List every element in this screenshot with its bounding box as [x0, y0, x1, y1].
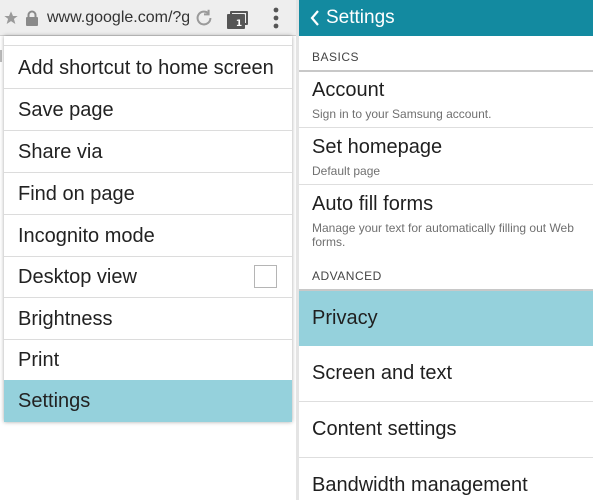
menu-item-label: Settings: [18, 390, 91, 412]
settings-item-content-settings[interactable]: Content settings: [299, 402, 593, 458]
star-icon[interactable]: [0, 0, 22, 36]
settings-item-title: Content settings: [312, 418, 457, 440]
desktop-view-checkbox[interactable]: [254, 265, 277, 288]
settings-item-title: Privacy: [312, 307, 378, 329]
settings-item-set-homepage[interactable]: Set homepage Default page: [299, 128, 593, 185]
settings-item-auto-fill-forms[interactable]: Auto fill forms Manage your text for aut…: [299, 185, 593, 261]
address-bar: www.google.com/?g 1: [0, 0, 296, 36]
settings-item-title: Account: [312, 79, 385, 101]
settings-header: Settings: [299, 0, 593, 36]
menu-item-add-shortcut[interactable]: Add shortcut to home screen: [4, 47, 292, 89]
page-title[interactable]: Settings: [326, 0, 395, 36]
tabs-icon[interactable]: 1: [222, 0, 252, 36]
settings-item-title: Set homepage: [312, 136, 443, 158]
menu-item-label: Save page: [18, 99, 114, 121]
menu-item-label: Print: [18, 349, 60, 371]
settings-item-screen-and-text[interactable]: Screen and text: [299, 346, 593, 402]
menu-item-find-on-page[interactable]: Find on page: [4, 173, 292, 215]
section-label: BASICS: [312, 50, 360, 64]
menu-item-label: Incognito mode: [18, 225, 155, 247]
lock-icon: [22, 0, 42, 36]
menu-item-partial: [4, 36, 292, 46]
browser-pane: www.google.com/?g 1 Add shortcut to home…: [0, 0, 296, 500]
section-header-advanced: ADVANCED: [299, 261, 593, 291]
menu-item-label: Find on page: [18, 183, 135, 205]
url-text[interactable]: www.google.com/?g: [47, 0, 189, 36]
settings-item-subtitle: Sign in to your Samsung account.: [312, 107, 492, 121]
menu-item-print[interactable]: Print: [4, 339, 292, 381]
settings-item-title: Screen and text: [312, 362, 453, 384]
menu-item-label: Brightness: [18, 308, 113, 330]
section-label: ADVANCED: [312, 269, 382, 283]
more-vertical-icon[interactable]: [262, 0, 290, 36]
menu-item-settings[interactable]: Settings: [4, 380, 292, 422]
back-chevron-icon[interactable]: [305, 0, 325, 36]
menu-item-label: Desktop view: [18, 266, 137, 288]
overflow-menu: Add shortcut to home screen Save page Sh…: [4, 36, 292, 422]
section-header-basics: BASICS: [299, 42, 593, 72]
tab-count: 1: [235, 19, 243, 29]
menu-item-incognito-mode[interactable]: Incognito mode: [4, 215, 292, 257]
settings-item-title: Bandwidth management: [312, 474, 528, 496]
settings-item-subtitle: Default page: [312, 164, 381, 178]
menu-item-brightness[interactable]: Brightness: [4, 298, 292, 340]
page-edge: [0, 50, 2, 62]
settings-item-privacy[interactable]: Privacy: [299, 291, 593, 346]
menu-item-label: Add shortcut to home screen: [18, 57, 274, 79]
settings-pane: Settings BASICS Account Sign in to your …: [299, 0, 593, 500]
menu-item-label: Share via: [18, 141, 103, 163]
settings-item-title: Auto fill forms: [312, 193, 434, 215]
reload-icon[interactable]: [190, 0, 218, 36]
settings-item-account[interactable]: Account Sign in to your Samsung account.: [299, 72, 593, 128]
settings-item-bandwidth-management[interactable]: Bandwidth management: [299, 458, 593, 500]
settings-item-subtitle: Manage your text for automatically filli…: [312, 221, 574, 249]
menu-item-save-page[interactable]: Save page: [4, 89, 292, 131]
menu-item-desktop-view[interactable]: Desktop view: [4, 256, 292, 298]
menu-item-share-via[interactable]: Share via: [4, 131, 292, 173]
